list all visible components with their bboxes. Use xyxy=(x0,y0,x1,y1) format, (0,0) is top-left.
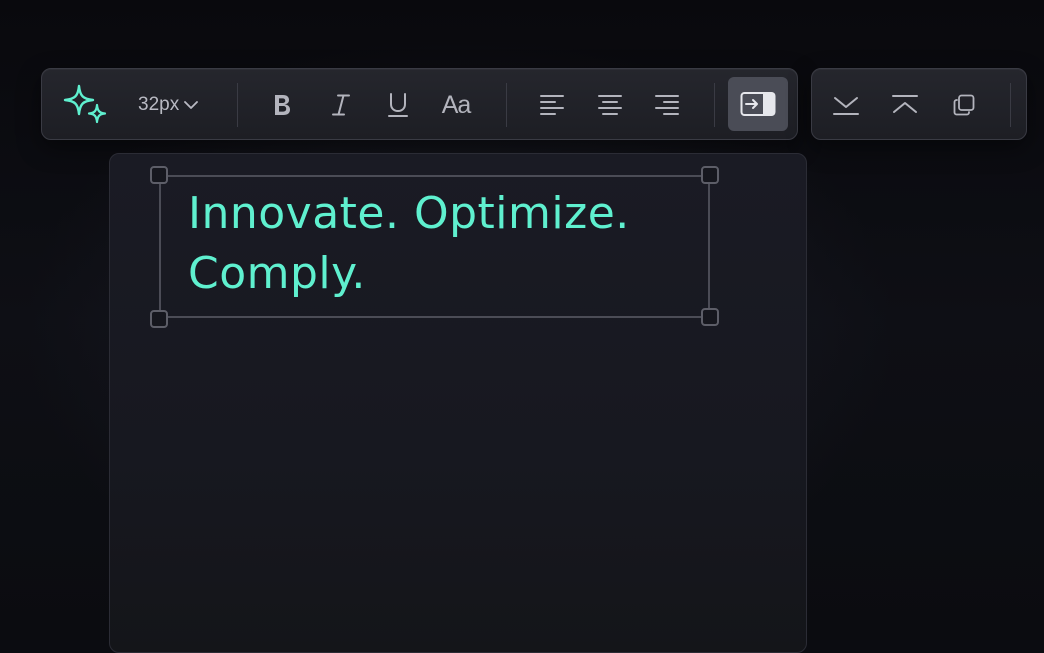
underline-button[interactable] xyxy=(380,87,416,123)
italic-icon xyxy=(332,94,350,116)
sparkle-icon xyxy=(63,84,107,124)
headline-text[interactable]: Innovate. Optimize. Comply. xyxy=(188,184,688,304)
insert-into-box-button[interactable] xyxy=(728,77,788,131)
duplicate-button[interactable] xyxy=(946,87,982,123)
toolbar-divider xyxy=(1010,83,1011,127)
align-bottom-button[interactable] xyxy=(828,87,864,123)
ai-sparkle-button[interactable] xyxy=(60,81,112,129)
resize-handle-top-right[interactable] xyxy=(701,166,719,184)
resize-handle-top-left[interactable] xyxy=(150,166,168,184)
layer-toolbar xyxy=(811,68,1027,140)
text-format-toolbar: 32px Aa xyxy=(41,68,798,140)
italic-button[interactable] xyxy=(323,87,359,123)
font-size-dropdown[interactable]: 32px xyxy=(138,91,199,119)
bold-button[interactable] xyxy=(264,87,300,123)
align-bottom-icon xyxy=(833,97,859,115)
align-center-icon xyxy=(598,95,622,115)
align-top-icon xyxy=(892,95,918,113)
align-left-button[interactable] xyxy=(534,87,570,123)
align-center-button[interactable] xyxy=(592,87,628,123)
underline-icon xyxy=(388,93,408,117)
text-case-icon: Aa xyxy=(441,90,472,119)
toolbar-divider xyxy=(237,83,238,127)
resize-handle-bottom-right[interactable] xyxy=(701,308,719,326)
text-case-button[interactable]: Aa xyxy=(434,85,478,125)
align-right-icon xyxy=(655,95,679,115)
resize-handle-bottom-left[interactable] xyxy=(150,310,168,328)
align-top-button[interactable] xyxy=(887,87,923,123)
insert-into-box-icon xyxy=(740,92,776,116)
duplicate-icon xyxy=(953,94,975,116)
chevron-down-icon xyxy=(184,100,199,109)
align-left-icon xyxy=(540,95,564,115)
toolbar-divider xyxy=(506,83,507,127)
bold-icon xyxy=(275,95,290,115)
align-right-button[interactable] xyxy=(649,87,685,123)
font-size-value: 32px xyxy=(138,94,180,115)
toolbar-divider xyxy=(714,83,715,127)
